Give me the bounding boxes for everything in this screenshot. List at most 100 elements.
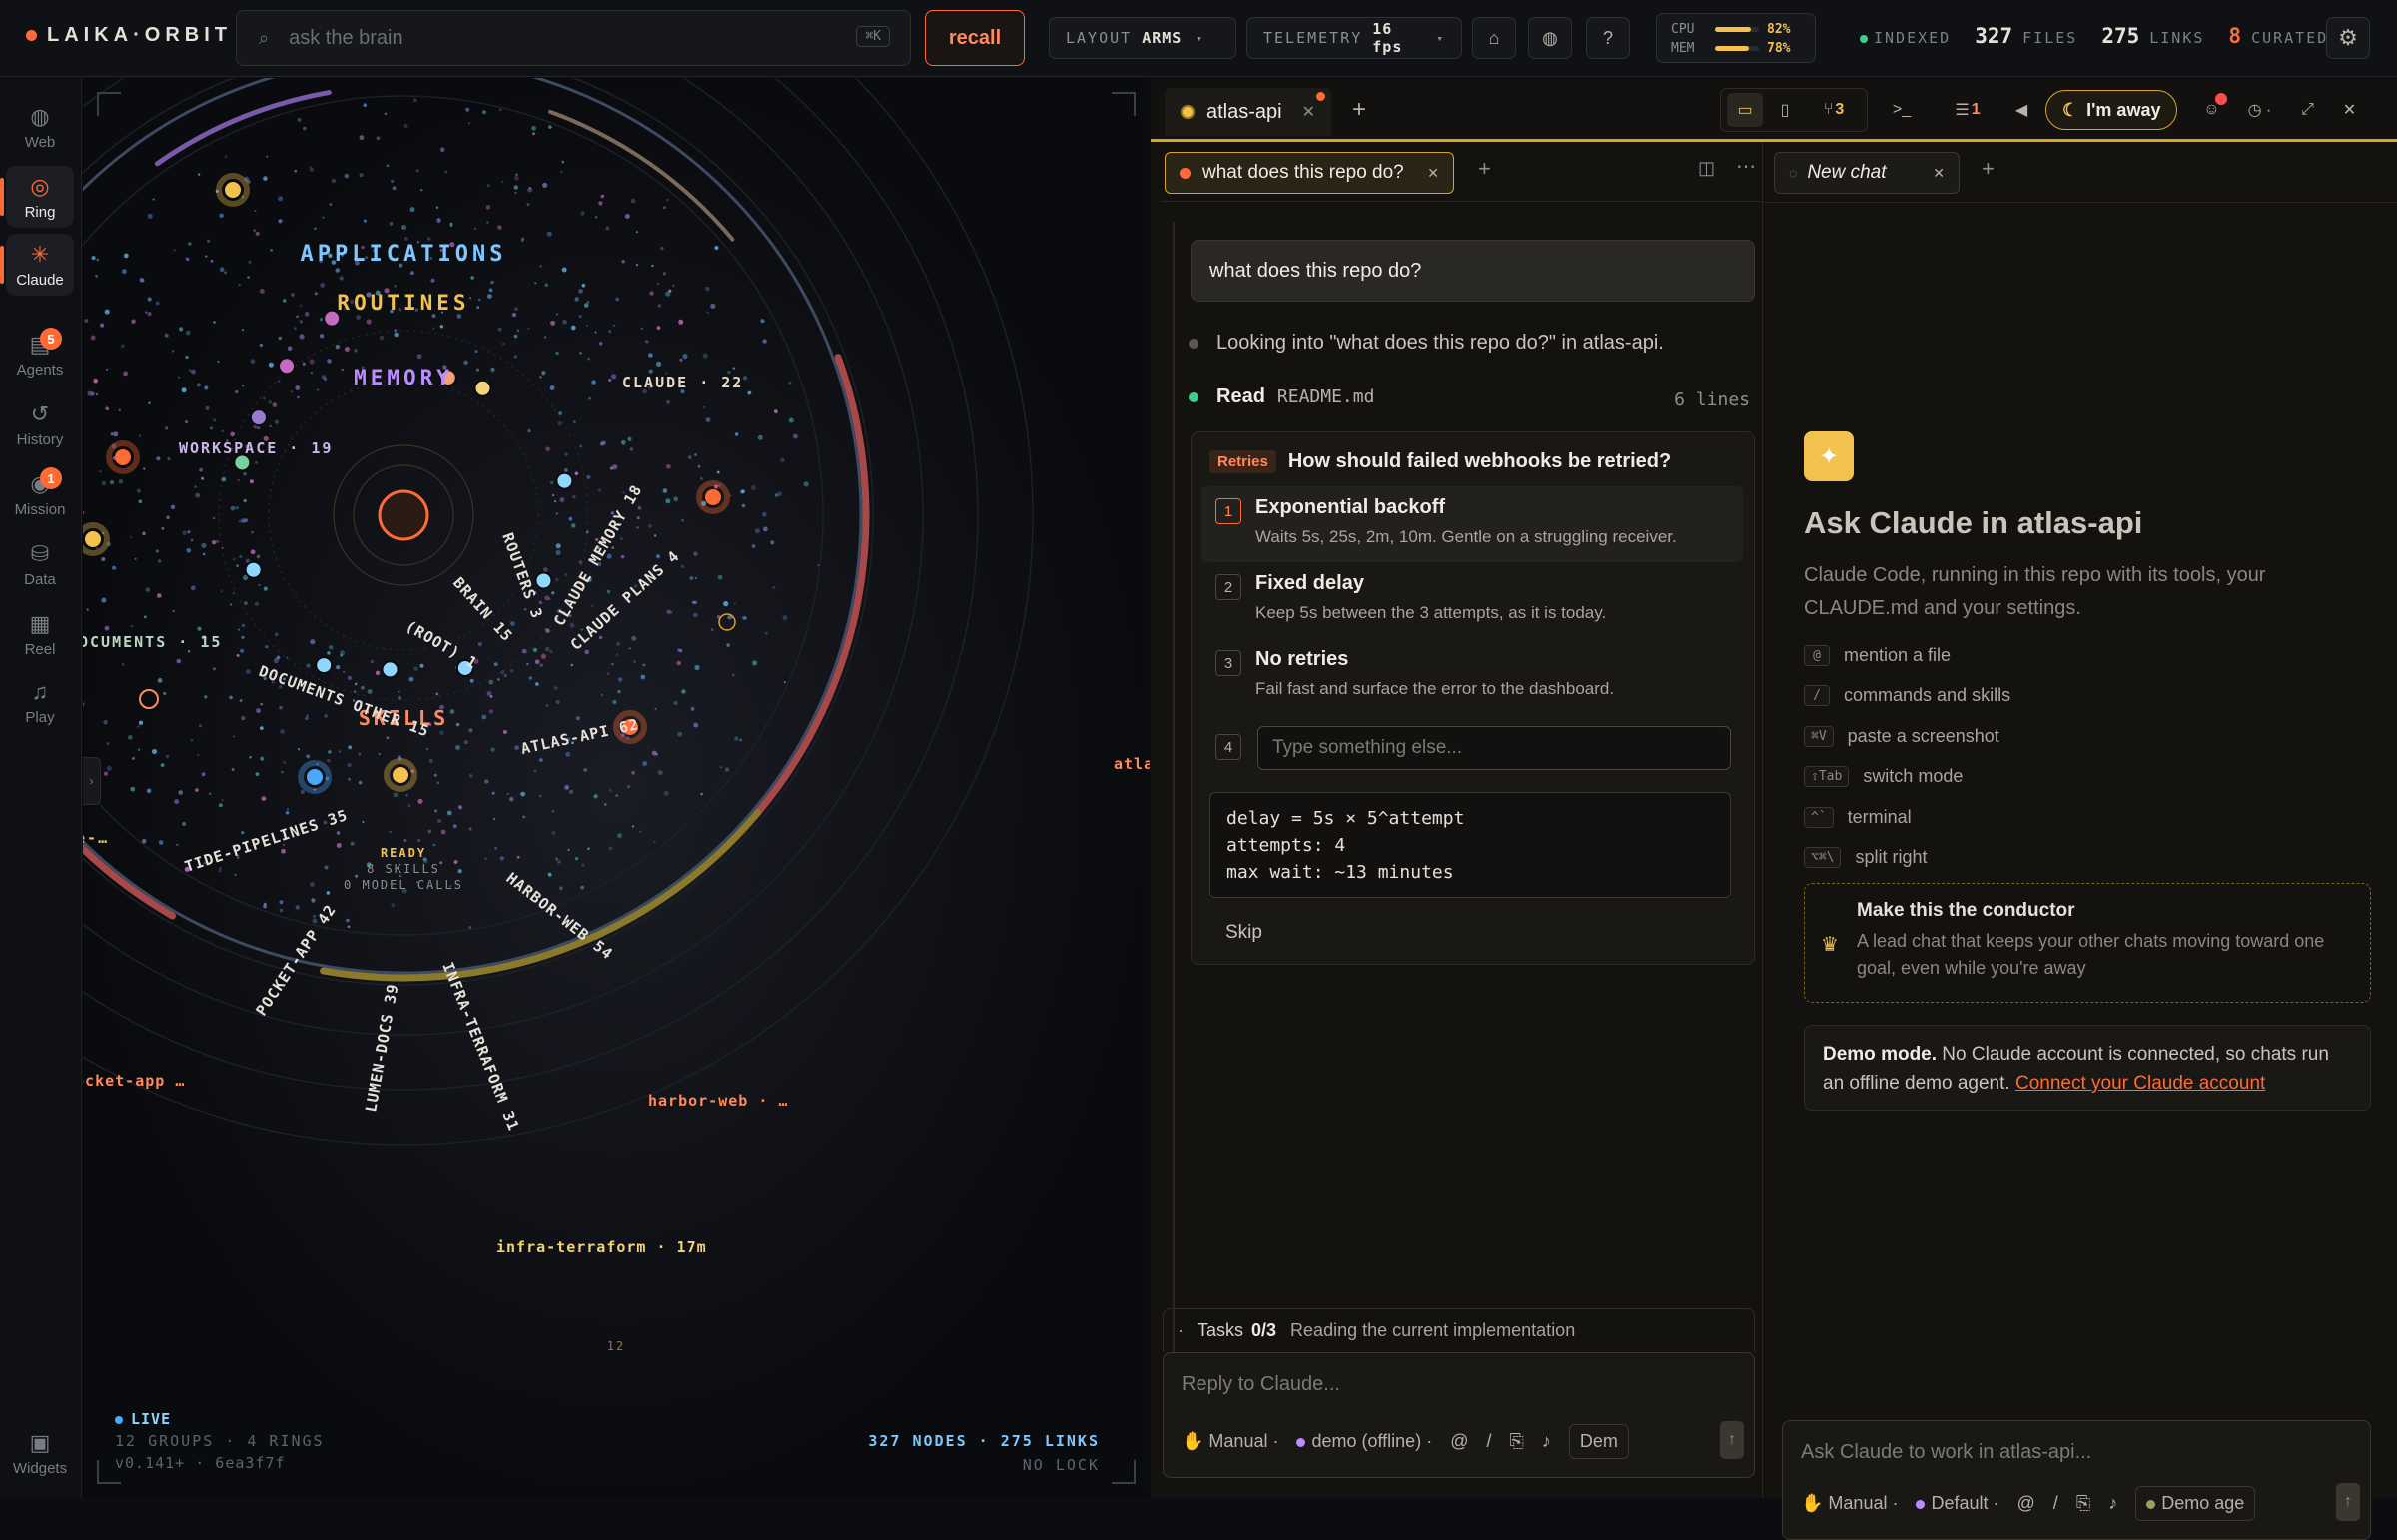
attach-icon[interactable]: ⎘ — [2076, 1493, 2090, 1514]
mode-select[interactable]: ✋ Manual · — [1801, 1493, 1898, 1514]
node-dot — [436, 218, 441, 223]
node-dot — [653, 534, 657, 537]
node-dot — [344, 173, 350, 179]
settings-button[interactable]: ⚙ — [2326, 17, 2370, 59]
nav-mission[interactable]: ◉ Mission 1 — [6, 463, 74, 525]
project-tab[interactable]: atlas-api ✕ — [1165, 88, 1332, 136]
attach-icon[interactable]: ⎘ — [1510, 1431, 1524, 1452]
expand-panel-button[interactable]: › — [83, 757, 101, 805]
ring-visualization[interactable]: APPLICATIONS ROUTINES MEMORY SKILLS CLAUDE ·… — [83, 78, 1150, 1498]
tasks-list-button[interactable]: ☰ 1 — [1938, 93, 1998, 127]
composer-right[interactable]: Ask Claude to work in atlas-api... ✋ Man… — [1782, 1420, 2371, 1540]
conductor-card[interactable]: ♛ Make this the conductor A lead chat th… — [1804, 883, 2371, 1003]
nav-history[interactable]: ↺ History — [6, 393, 74, 455]
node-dot — [213, 418, 217, 422]
nav-play[interactable]: ♫ Play — [6, 671, 74, 733]
node-dot — [502, 342, 505, 346]
node-dot — [241, 716, 246, 721]
node-dot — [363, 219, 367, 223]
recall-button[interactable]: recall — [925, 10, 1025, 66]
close-icon[interactable]: ✕ — [1933, 165, 1945, 182]
layout-select[interactable]: LAYOUT ARMS ▾ — [1049, 17, 1236, 59]
outer-node — [393, 767, 408, 783]
slash-button[interactable]: / — [2053, 1493, 2058, 1514]
node-dot — [158, 840, 164, 845]
nav-widgets[interactable]: ▣ Widgets — [6, 1422, 74, 1484]
new-chat-tab-button[interactable]: + — [1982, 156, 1995, 182]
agent-chip[interactable]: Demo age — [2135, 1486, 2256, 1521]
ask-input[interactable]: Ask Claude to work in atlas-api... — [1801, 1441, 2091, 1464]
outer-node — [225, 182, 241, 198]
mode-select[interactable]: ✋ Manual · — [1182, 1431, 1278, 1452]
node-dot — [255, 772, 260, 776]
user-button[interactable]: ☺ — [2193, 93, 2229, 127]
close-pane-button[interactable]: ✕ — [2331, 93, 2367, 127]
option-2[interactable]: 2 Fixed delay Keep 5s between the 3 attemp… — [1201, 562, 1743, 638]
ring-canvas[interactable]: APPLICATIONSROUTINESMEMORYSKILLSCLAUDE ·… — [83, 78, 1150, 1498]
expand-button[interactable]: ⤢ — [2289, 93, 2325, 127]
node-dot — [751, 660, 758, 666]
search-input[interactable]: ask the brain — [289, 27, 403, 50]
search-box[interactable]: ⌕ ask the brain ⌘K — [236, 10, 911, 66]
node-dot — [565, 751, 571, 757]
nav-reel[interactable]: ▦ Reel — [6, 603, 74, 665]
composer-left[interactable]: Reply to Claude... ✋ Manual · demo (offl… — [1163, 1352, 1755, 1478]
chat-tab-new[interactable]: ◌ New chat ✕ — [1774, 152, 1960, 194]
gear-icon: ⚙ — [2338, 25, 2358, 50]
model-dot-icon — [1916, 1500, 1926, 1509]
node-dot — [539, 376, 542, 379]
nav-agents[interactable]: ▤ Agents 5 — [6, 324, 74, 385]
send-button[interactable]: ↑ — [1720, 1421, 1744, 1459]
model-select[interactable]: demo (offline) · — [1296, 1431, 1432, 1452]
skip-button[interactable]: Skip — [1225, 922, 1262, 944]
node-dot — [705, 286, 710, 292]
option-1[interactable]: 1 Exponential backoff Waits 5s, 25s, 2m, 1… — [1201, 486, 1743, 562]
nav-data[interactable]: ⛁ Data — [6, 533, 74, 595]
mem-bar — [1715, 46, 1750, 51]
chat-tab-active[interactable]: what does this repo do? ✕ — [1165, 152, 1454, 194]
new-chat-tab-button[interactable]: + — [1478, 156, 1491, 182]
node-dot — [138, 499, 143, 504]
node-dot — [279, 908, 284, 913]
split-view-button[interactable]: ◫ — [1698, 158, 1715, 179]
slash-button[interactable]: / — [1486, 1431, 1491, 1452]
history-menu-button[interactable]: ◷ · — [2235, 93, 2283, 127]
chat-view-button[interactable]: ▭ — [1727, 93, 1763, 127]
send-button[interactable]: ↑ — [2336, 1483, 2360, 1521]
help-button[interactable]: ? — [1586, 17, 1630, 59]
nav-claude[interactable]: ✳ Claude — [0, 234, 74, 296]
ring-background — [83, 78, 1150, 1498]
nav-ring[interactable]: ◎ Ring — [0, 166, 74, 228]
away-button[interactable]: ☾ I'm away — [2045, 90, 2178, 130]
sound-button[interactable]: ◀ — [2003, 93, 2039, 127]
home-button[interactable]: ⌂ — [1472, 17, 1516, 59]
mention-button[interactable]: @ — [2017, 1493, 2035, 1514]
option-3[interactable]: 3 No retries Fail fast and surface the err… — [1201, 638, 1743, 714]
version-label: v0.141+ · 6ea3f7f — [115, 1454, 286, 1472]
connect-account-link[interactable]: Connect your Claude account — [2015, 1073, 2265, 1094]
reply-input[interactable]: Reply to Claude... — [1182, 1373, 1340, 1396]
other-answer-input[interactable]: Type something else... — [1257, 726, 1731, 770]
tasks-bar[interactable]: · Tasks 0/3 Reading the current implementat… — [1163, 1308, 1755, 1352]
terminal-button[interactable]: >_ — [1884, 93, 1920, 127]
agent-chip[interactable]: Dem — [1568, 1424, 1629, 1459]
mic-icon[interactable]: ♪ — [2108, 1493, 2117, 1514]
close-icon[interactable]: ✕ — [1302, 102, 1315, 122]
globe-button[interactable]: ◍ — [1528, 17, 1572, 59]
file-view-button[interactable]: ▯ — [1767, 93, 1803, 127]
mention-button[interactable]: @ — [1450, 1431, 1468, 1452]
branches-button[interactable]: ⑂ 3 — [1807, 93, 1861, 127]
close-icon[interactable]: ✕ — [1427, 165, 1439, 182]
more-button[interactable]: ⋯ — [1736, 154, 1756, 179]
node-dot — [584, 649, 589, 655]
add-tab-button[interactable]: + — [1352, 96, 1366, 124]
node-dot — [343, 670, 346, 673]
model-select[interactable]: Default · — [1916, 1493, 1999, 1514]
globe-icon: ◍ — [30, 103, 50, 129]
telemetry-select[interactable]: TELEMETRY 16 fps ▾ — [1246, 17, 1462, 59]
nav-web[interactable]: ◍ Web — [6, 96, 74, 158]
node-dot — [186, 548, 192, 553]
node-dot — [176, 843, 179, 846]
node-dot — [586, 324, 589, 327]
mic-icon[interactable]: ♪ — [1542, 1431, 1551, 1452]
